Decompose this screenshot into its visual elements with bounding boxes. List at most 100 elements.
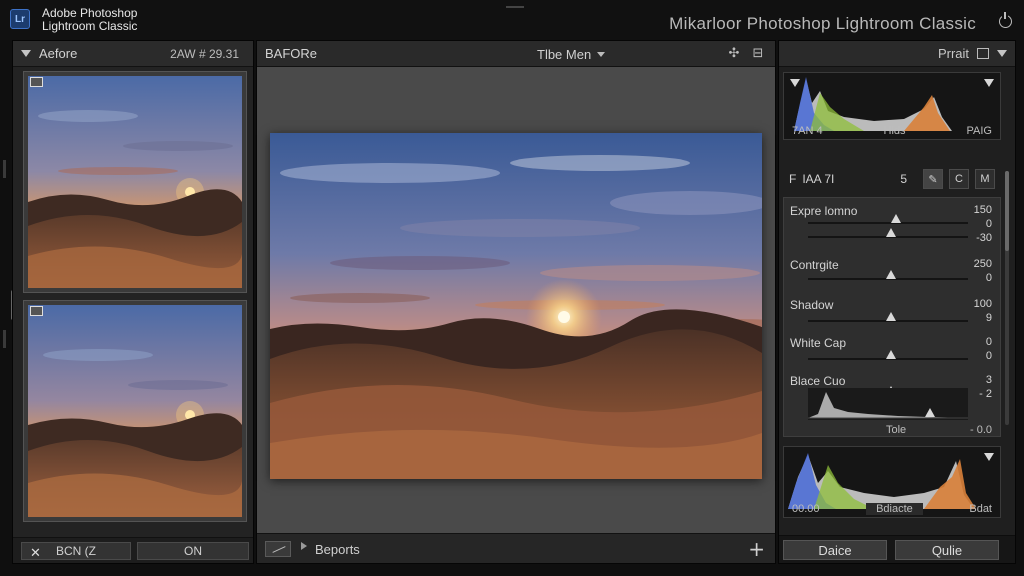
desert-sunset-thumbnail [28,76,242,288]
histogram-bottom-right-label: Bdat [969,503,992,515]
chevron-down-icon [597,52,606,57]
desert-sunset-thumbnail [28,305,242,517]
export-toggle-button[interactable] [265,541,291,557]
histogram-top-left-label: 7AN 4 [792,125,823,137]
histogram-top-center-label: Hlds [883,125,906,137]
center-panel-footer: Beports + [257,533,775,563]
tool-letter-f[interactable]: F [789,172,796,186]
slider-track[interactable] [808,222,968,224]
slider-label: Expre lomno [790,204,858,218]
slider-thumb[interactable] [886,312,897,321]
brush-tool-icon[interactable]: ✎ [923,169,943,189]
panel-options-icon[interactable] [977,48,989,59]
slider-label: Contrgite [790,258,839,272]
left-panel-footer: ✕ BCN (Z ON [13,537,253,563]
app-name: Adobe Photoshop Lightroom Classic [42,7,137,33]
tool-strip: F IAA 7I 5 ✎ C M [783,166,1001,192]
left-panel-header[interactable]: Aefore 2AW # 29.31 [13,41,253,67]
slider-label: Shadow [790,298,834,312]
on-button[interactable]: ON [137,542,249,560]
slider-value-secondary[interactable]: 0 [986,272,992,284]
app-name-line-2: Lightroom Classic [42,19,138,33]
slider-label: Blace Cuo [790,374,846,388]
scrollbar-thumb[interactable] [1005,171,1009,251]
shadow-clipping-icon[interactable] [790,79,800,87]
image-badge-icon [30,306,43,316]
tool-button-c[interactable]: C [949,169,969,189]
main-photo[interactable] [270,133,762,479]
slider-value[interactable]: 250 [974,258,992,270]
play-arrow-icon [301,542,307,550]
center-panel-header: BAFORe Tlbe Men ✣ ⊟ [257,41,775,67]
lightroom-logo-icon: Lr [10,9,30,29]
reset-button[interactable]: Qulie [895,540,999,560]
thumbnail-photo [28,76,242,288]
tool-letter-s[interactable]: 5 [900,172,907,186]
slider-thumb[interactable] [891,214,901,223]
view-mode-label: Tlbe Men [537,47,592,62]
right-panel: Prrait 7AN 4 Hlds PAIG F IAA 7I 5 ✎ C M … [778,40,1016,564]
histogram-top-meta: 7AN 4 Hlds PAIG [784,125,1000,137]
before-label: BAFORe [265,46,318,61]
histogram-top-right-label: PAIG [966,125,992,137]
bcn-button[interactable]: ✕ BCN (Z [21,542,131,561]
left-edge-tick [3,330,6,348]
collapse-chevron-icon[interactable] [21,50,31,57]
window-grip[interactable] [506,6,524,8]
right-panel-title: Prrait [937,46,969,61]
slider-value-secondary[interactable]: 0 [986,350,992,362]
slider-label: White Cap [790,336,847,350]
exports-label[interactable]: Beports [315,542,360,557]
slider-value[interactable]: 3 [986,374,992,386]
tone-slider-thumb[interactable] [924,408,935,417]
slider-value[interactable]: 0 [986,336,992,348]
thumbnail-before[interactable] [23,71,247,293]
highlight-clipping-icon[interactable] [984,79,994,87]
add-icon[interactable]: + [748,537,765,561]
slider-thumb-secondary[interactable] [886,228,897,237]
left-edge-tick [3,160,6,178]
right-panel-scrollbar[interactable] [1005,171,1009,425]
thumbnail-after[interactable] [23,300,247,522]
slider-thumb[interactable] [886,270,897,279]
tone-label: Tole [886,424,907,436]
thumbnail-photo [28,305,242,517]
previous-button[interactable]: Daice [783,540,887,560]
bcn-button-label: BCN (Z [56,544,96,558]
close-icon[interactable]: ✕ [30,546,41,561]
screen-icon[interactable]: ⊟ [751,47,765,61]
left-panel-title: Aefore [39,46,78,61]
tone-curve-strip[interactable] [808,388,968,420]
chevron-down-icon[interactable] [997,50,1007,57]
histogram-bottom-left-label: 00.00 [792,503,820,515]
left-panel: Aefore 2AW # 29.31 ✕ BCN (Z ON [12,40,254,564]
tone-curve-graph [808,388,968,420]
tone-value[interactable]: - 0.0 [970,424,992,436]
slider-value-secondary[interactable]: - 2 [979,388,992,400]
histogram-bottom-center-label: Bdiacte [866,503,923,515]
slider-value-secondary[interactable]: 9 [986,312,992,324]
slider-value[interactable]: 150 [974,204,992,216]
module-title: Mikarloor Photoshop Lightroom Classic [669,14,976,33]
title-bar: Lr Adobe Photoshop Lightroom Classic Mik… [0,0,1024,40]
desert-sunset-photo [270,133,762,479]
right-panel-footer: Daice Qulie [779,535,1015,563]
view-mode-select[interactable]: Tlbe Men [537,47,606,62]
histogram-bottom-meta: 00.00 Bdiacte Bdat [784,503,1000,515]
power-icon[interactable] [999,12,1012,28]
slider-value-tertiary[interactable]: -30 [976,232,992,244]
tool-strip-label: IAA 7I [802,172,835,186]
highlight-clipping-icon[interactable] [984,453,994,461]
tool-button-m[interactable]: M [975,169,995,189]
image-badge-icon [30,77,43,87]
slider-value-secondary[interactable]: 0 [986,218,992,230]
slider-value[interactable]: 100 [974,298,992,310]
basic-adjustments-panel: Expre lomno 150 0 -30 Contrgite 250 0 Sh… [783,197,1001,437]
right-panel-header: Prrait [779,41,1015,67]
settings-icon[interactable]: ✣ [727,47,741,61]
center-panel: BAFORe Tlbe Men ✣ ⊟ Beports + [256,40,776,564]
histogram-top: 7AN 4 Hlds PAIG [783,72,1001,140]
histogram-bottom: 00.00 Bdiacte Bdat [783,446,1001,518]
slider-thumb[interactable] [886,350,897,359]
left-panel-meta: 2AW # 29.31 [170,46,239,61]
